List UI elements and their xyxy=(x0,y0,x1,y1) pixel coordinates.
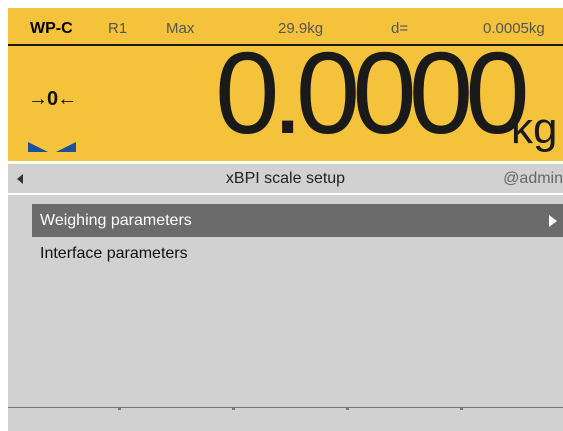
max-label: Max xyxy=(166,20,195,37)
user-label: @admin xyxy=(503,170,563,187)
weight-unit: kg xyxy=(511,104,558,153)
zero-indicator-icon: →0← xyxy=(28,88,77,110)
softkey-separator xyxy=(346,407,349,410)
stability-icon xyxy=(28,142,76,152)
menu-item-weighing-parameters[interactable]: Weighing parameters xyxy=(32,204,563,237)
softkey-separator xyxy=(232,407,235,410)
page-title: xBPI scale setup xyxy=(225,170,346,187)
softkey-separator xyxy=(118,407,121,410)
menu-header: xBPI scale setup @admin xyxy=(8,164,563,193)
model-label: WP-C xyxy=(30,20,73,37)
menu-item-label: Weighing parameters xyxy=(40,212,192,229)
range-label: R1 xyxy=(108,20,128,37)
menu-item-label: Interface parameters xyxy=(40,245,188,262)
triangle-right-icon xyxy=(549,215,557,227)
weight-display: WP-C R1 Max 29.9kg d= 0.0005kg →0← 0.000… xyxy=(8,8,563,161)
softkey-bar xyxy=(8,407,563,431)
scale-screen: WP-C R1 Max 29.9kg d= 0.0005kg →0← 0.000… xyxy=(8,8,563,431)
menu-list: Weighing parameters Interface parameters xyxy=(8,193,563,409)
weight-value: 0.0000 xyxy=(215,28,530,158)
menu-item-interface-parameters[interactable]: Interface parameters xyxy=(32,237,563,270)
softkey-separator xyxy=(460,407,463,410)
